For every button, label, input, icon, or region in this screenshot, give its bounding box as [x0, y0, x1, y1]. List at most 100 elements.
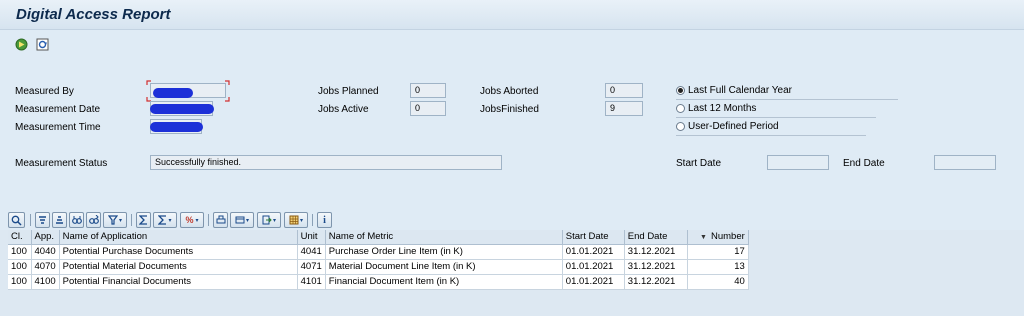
- details-icon[interactable]: [8, 212, 25, 228]
- separator: [30, 214, 31, 226]
- divider: [676, 135, 866, 136]
- table-header-row: Cl. App. Name of Application Unit Name o…: [8, 230, 749, 245]
- start-date-label: Start Date: [676, 158, 722, 169]
- cell-start-date: 01.01.2021: [562, 259, 625, 275]
- jobs-aborted-field[interactable]: 0: [605, 83, 643, 98]
- title-bar: Digital Access Report: [0, 0, 1024, 30]
- jobs-active-label: Jobs Active: [318, 104, 369, 115]
- filter-icon[interactable]: ▾: [103, 212, 127, 228]
- measured-by-label: Measured By: [15, 86, 74, 97]
- cell-application-name: Potential Financial Documents: [59, 274, 298, 290]
- information-icon[interactable]: i: [317, 212, 332, 228]
- radio-last-12-months[interactable]: Last 12 Months: [676, 103, 756, 114]
- execute-icon[interactable]: [14, 37, 28, 51]
- jobs-finished-field[interactable]: 9: [605, 101, 643, 116]
- column-header-metric-name[interactable]: Name of Metric: [325, 230, 563, 245]
- jobs-planned-label: Jobs Planned: [318, 86, 379, 97]
- dropdown-arrow-icon: ▾: [118, 217, 122, 224]
- column-header-unit[interactable]: Unit: [297, 230, 326, 245]
- cell-metric-name: Purchase Order Line Item (in K): [325, 244, 563, 260]
- jobs-active-field[interactable]: 0: [410, 101, 446, 116]
- separator: [131, 214, 132, 226]
- sort-descending-icon[interactable]: [52, 212, 67, 228]
- end-date-label: End Date: [843, 158, 885, 169]
- column-header-number[interactable]: ▼ Number: [687, 230, 749, 245]
- cell-client: 100: [8, 244, 32, 260]
- cell-end-date: 31.12.2021: [624, 244, 688, 260]
- divider: [676, 117, 876, 118]
- radio-user-defined-period[interactable]: User-Defined Period: [676, 121, 779, 132]
- jobs-planned-field[interactable]: 0: [410, 83, 446, 98]
- table-row[interactable]: 100 4100 Potential Financial Documents 4…: [8, 274, 749, 290]
- sort-ascending-icon[interactable]: [35, 212, 50, 228]
- end-date-input[interactable]: [934, 155, 996, 170]
- redaction-mark: [150, 122, 203, 132]
- column-header-client[interactable]: Cl.: [8, 230, 32, 245]
- measurement-date-label: Measurement Date: [15, 104, 101, 115]
- result-table: Cl. App. Name of Application Unit Name o…: [8, 230, 749, 290]
- cell-client: 100: [8, 259, 32, 275]
- subtotal-icon[interactable]: ▾: [153, 212, 177, 228]
- cell-number: 13: [687, 259, 749, 275]
- redaction-mark: [150, 104, 214, 114]
- find-next-icon[interactable]: [86, 212, 101, 228]
- start-date-input[interactable]: [767, 155, 829, 170]
- jobs-finished-label: JobsFinished: [480, 104, 539, 115]
- divider: [676, 99, 898, 100]
- cell-application-name: Potential Purchase Documents: [59, 244, 298, 260]
- cell-application-name: Potential Material Documents: [59, 259, 298, 275]
- cell-number: 17: [687, 244, 749, 260]
- cell-metric-name: Financial Document Item (in K): [325, 274, 563, 290]
- measurement-time-label: Measurement Time: [15, 122, 101, 133]
- table-row[interactable]: 100 4040 Potential Purchase Documents 40…: [8, 244, 749, 260]
- alv-grid-area: Cl. App. Name of Application Unit Name o…: [0, 230, 1024, 316]
- measurement-status-label: Measurement Status: [15, 158, 108, 169]
- cell-start-date: 01.01.2021: [562, 244, 625, 260]
- alv-toolbar: ▾ ▾ % ▾ ▾ ▾ ▾ i: [0, 211, 1024, 231]
- column-header-application-name[interactable]: Name of Application: [59, 230, 298, 245]
- cell-end-date: 31.12.2021: [624, 274, 688, 290]
- export-icon[interactable]: ▾: [257, 212, 281, 228]
- radio-unselected-icon: [676, 122, 685, 131]
- cell-unit: 4071: [297, 259, 326, 275]
- separator: [208, 214, 209, 226]
- radio-label: User-Defined Period: [688, 121, 779, 132]
- dropdown-arrow-icon: ▾: [168, 217, 172, 224]
- dropdown-arrow-icon: ▾: [272, 217, 276, 224]
- dropdown-arrow-icon: ▾: [299, 217, 303, 224]
- sort-indicator-icon: ▼: [700, 234, 707, 242]
- radio-last-full-calendar-year[interactable]: Last Full Calendar Year: [676, 85, 792, 96]
- focus-bracket-icon: [146, 80, 230, 102]
- layout-icon[interactable]: ▾: [284, 212, 308, 228]
- radio-unselected-icon: [676, 104, 685, 113]
- cell-app: 4100: [31, 274, 60, 290]
- radio-label: Last Full Calendar Year: [688, 85, 792, 96]
- views-icon[interactable]: ▾: [230, 212, 254, 228]
- dropdown-arrow-icon: ▾: [245, 217, 249, 224]
- measurement-status-field: Successfully finished.: [150, 155, 502, 170]
- print-icon[interactable]: [213, 212, 228, 228]
- cell-unit: 4101: [297, 274, 326, 290]
- find-icon[interactable]: [69, 212, 84, 228]
- cell-metric-name: Material Document Line Item (in K): [325, 259, 563, 275]
- percentage-icon[interactable]: % ▾: [180, 212, 204, 228]
- radio-selected-icon: [676, 86, 685, 95]
- page-title: Digital Access Report: [16, 6, 171, 23]
- cell-unit: 4041: [297, 244, 326, 260]
- column-header-number-label: Number: [710, 231, 745, 243]
- cell-number: 40: [687, 274, 749, 290]
- cell-start-date: 01.01.2021: [562, 274, 625, 290]
- table-row[interactable]: 100 4070 Potential Material Documents 40…: [8, 259, 749, 275]
- cell-end-date: 31.12.2021: [624, 259, 688, 275]
- column-header-app[interactable]: App.: [31, 230, 60, 245]
- column-header-end-date[interactable]: End Date: [624, 230, 688, 245]
- application-toolbar: [0, 31, 1024, 57]
- column-header-start-date[interactable]: Start Date: [562, 230, 625, 245]
- radio-label: Last 12 Months: [688, 103, 757, 114]
- separator: [312, 214, 313, 226]
- cell-app: 4070: [31, 259, 60, 275]
- jobs-aborted-label: Jobs Aborted: [480, 86, 539, 97]
- cell-app: 4040: [31, 244, 60, 260]
- refresh-icon[interactable]: [35, 37, 49, 51]
- total-icon[interactable]: [136, 212, 151, 228]
